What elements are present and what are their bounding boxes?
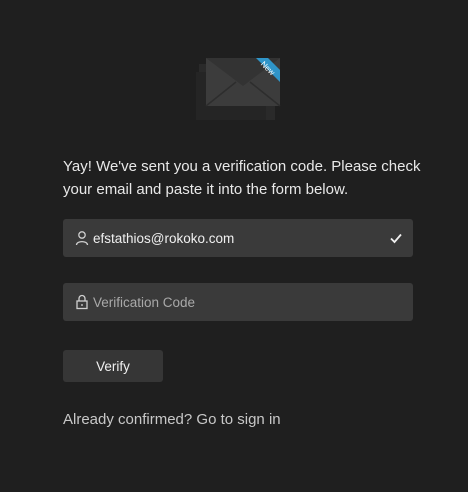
verification-message: Yay! We've sent you a verification code.… bbox=[63, 158, 421, 198]
envelope-icon: New bbox=[196, 54, 286, 124]
verification-code-field[interactable] bbox=[63, 283, 413, 321]
checkmark-icon bbox=[390, 233, 402, 244]
lock-icon bbox=[76, 294, 88, 310]
verify-button[interactable]: Verify bbox=[63, 350, 163, 382]
email-field[interactable] bbox=[63, 219, 413, 257]
signin-prompt: Already confirmed? bbox=[63, 411, 193, 428]
user-icon bbox=[75, 231, 89, 246]
verification-code-input[interactable] bbox=[93, 283, 373, 321]
email-input[interactable] bbox=[93, 219, 373, 257]
go-to-sign-in-link[interactable]: Go to sign in bbox=[196, 411, 280, 428]
signin-row: Already confirmed? Go to sign in bbox=[63, 411, 281, 428]
